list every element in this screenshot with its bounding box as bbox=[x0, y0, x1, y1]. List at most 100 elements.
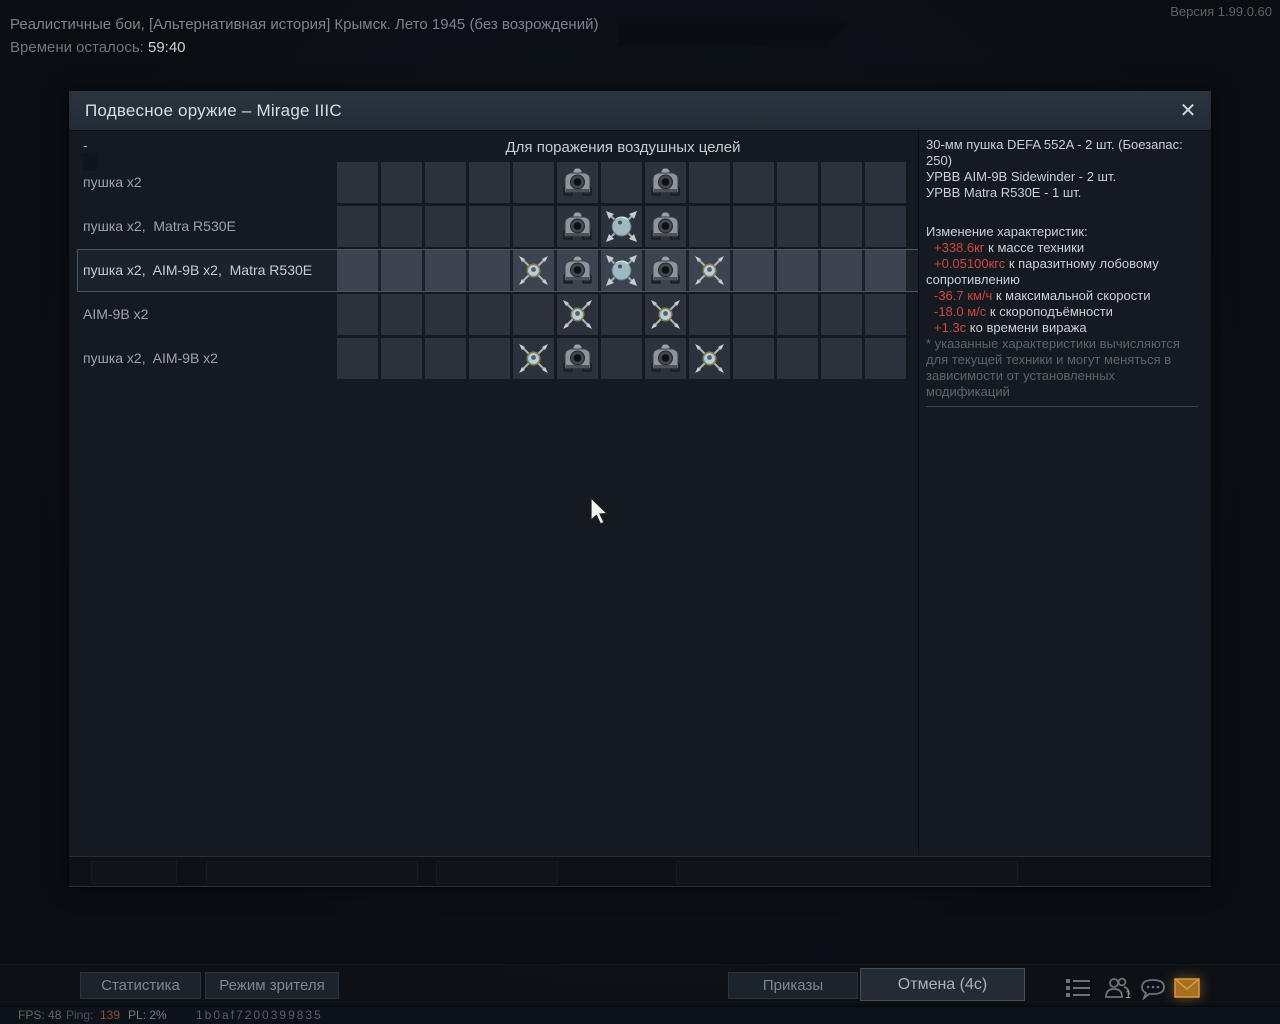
stat-change-value: -36.7 км/ч bbox=[934, 288, 993, 303]
weapon-slot-cell[interactable] bbox=[865, 162, 906, 203]
weapon-slot-cell[interactable] bbox=[865, 206, 906, 247]
chat-icon[interactable] bbox=[1140, 978, 1166, 1005]
weapon-slot-cell[interactable] bbox=[557, 206, 598, 247]
spectator-mode-button[interactable]: Режим зрителя bbox=[205, 972, 339, 999]
people-icon[interactable]: 1 bbox=[1103, 976, 1133, 1005]
weapon-slot-cell[interactable] bbox=[557, 294, 598, 335]
weapon-slot-cell[interactable] bbox=[337, 250, 378, 291]
aim9-missile-icon bbox=[519, 256, 548, 285]
session-title: Реалистичные бои, [Альтернативная истори… bbox=[10, 16, 599, 33]
weapon-slot-cell[interactable] bbox=[513, 338, 554, 379]
loadout-info-panel: 30-мм пушка DEFA 552A - 2 шт. (Боезапас:… bbox=[926, 137, 1202, 407]
weapon-slot-cell[interactable] bbox=[425, 250, 466, 291]
weapon-slot-cell[interactable] bbox=[689, 338, 730, 379]
weapon-slot-cell[interactable] bbox=[513, 250, 554, 291]
dialog-footer bbox=[69, 856, 1211, 887]
weapon-slot-cell[interactable] bbox=[469, 162, 510, 203]
gunpod-icon bbox=[563, 167, 592, 196]
weapon-slot-cell[interactable] bbox=[645, 338, 686, 379]
weapon-slot-cell[interactable] bbox=[601, 294, 642, 335]
weapon-slot-cell[interactable] bbox=[689, 162, 730, 203]
weapon-slot-cell[interactable] bbox=[865, 294, 906, 335]
weapon-slot-cell[interactable] bbox=[821, 162, 862, 203]
weapon-slot-cell[interactable] bbox=[381, 162, 422, 203]
weapon-slot-cell[interactable] bbox=[425, 338, 466, 379]
weapon-slot-cell[interactable] bbox=[557, 162, 598, 203]
weapon-slot-cell[interactable] bbox=[469, 250, 510, 291]
weapon-slot-cell[interactable] bbox=[601, 162, 642, 203]
weapon-slot-cell[interactable] bbox=[865, 338, 906, 379]
weapon-slot-cell[interactable] bbox=[733, 250, 774, 291]
weapon-slot-cell[interactable] bbox=[381, 338, 422, 379]
weapon-slot-cell[interactable] bbox=[337, 294, 378, 335]
stat-change-value: +338.6кг bbox=[934, 240, 985, 255]
weapon-slot-cell[interactable] bbox=[821, 338, 862, 379]
weapon-slot-cell[interactable] bbox=[645, 294, 686, 335]
weapon-slot-cell[interactable] bbox=[777, 294, 818, 335]
gunpod-icon bbox=[563, 343, 592, 372]
loadout-item-5[interactable]: пушка x2, AIM-9B x2 bbox=[83, 338, 218, 379]
weapon-slot-cell[interactable] bbox=[777, 250, 818, 291]
weapon-slot-cell[interactable] bbox=[381, 250, 422, 291]
loadout-item-empty[interactable]: - bbox=[83, 137, 88, 153]
weapon-slot-cell[interactable] bbox=[381, 206, 422, 247]
weapon-slot-cell[interactable] bbox=[601, 206, 642, 247]
stat-change-value: +0.05100кгс bbox=[934, 256, 1006, 271]
mail-icon[interactable] bbox=[1174, 978, 1200, 1003]
close-icon[interactable]: ✕ bbox=[1173, 97, 1203, 125]
weapon-slot-cell[interactable] bbox=[601, 338, 642, 379]
weapon-slot-cell[interactable] bbox=[381, 294, 422, 335]
loadout-item-4[interactable]: AIM-9B x2 bbox=[83, 294, 148, 335]
weapon-slot-cell[interactable] bbox=[733, 162, 774, 203]
weapon-slot-cell[interactable] bbox=[733, 206, 774, 247]
loadout-item-1[interactable]: пушка x2 bbox=[83, 162, 142, 203]
weapon-slot-cell[interactable] bbox=[777, 206, 818, 247]
weapon-slot-cell[interactable] bbox=[513, 206, 554, 247]
weapon-slot-cell[interactable] bbox=[645, 162, 686, 203]
gunpod-icon bbox=[651, 211, 680, 240]
weapon-slot-cell[interactable] bbox=[689, 250, 730, 291]
weapon-slot-cell[interactable] bbox=[513, 294, 554, 335]
weapon-slot-cell[interactable] bbox=[689, 294, 730, 335]
weapon-slot-cell[interactable] bbox=[469, 294, 510, 335]
weapon-slot-cell[interactable] bbox=[733, 338, 774, 379]
loadout-item-3[interactable]: пушка x2, AIM-9B x2, Matra R530E bbox=[83, 250, 312, 291]
weapon-slot-cell[interactable] bbox=[557, 250, 598, 291]
weapon-slot-cell[interactable] bbox=[777, 162, 818, 203]
weapon-slot-cell[interactable] bbox=[425, 294, 466, 335]
weapon-slot-cell[interactable] bbox=[821, 294, 862, 335]
weapon-slot-cell[interactable] bbox=[557, 338, 598, 379]
aim9-missile-icon bbox=[651, 300, 680, 329]
weapon-slot-cell[interactable] bbox=[513, 162, 554, 203]
weapon-slot-cell[interactable] bbox=[337, 206, 378, 247]
weapon-slot-cell[interactable] bbox=[777, 338, 818, 379]
weapon-slot-cell[interactable] bbox=[865, 250, 906, 291]
dialog-titlebar: Подвесное оружие – Mirage IIIC ✕ bbox=[69, 91, 1211, 131]
weapon-slot-cell[interactable] bbox=[425, 206, 466, 247]
loadout-item-2[interactable]: пушка x2, Matra R530E bbox=[83, 206, 236, 247]
weapon-slot-cell[interactable] bbox=[645, 250, 686, 291]
statistics-button[interactable]: Статистика bbox=[80, 972, 201, 999]
weapon-slot-cell[interactable] bbox=[337, 162, 378, 203]
weapon-slot-cell[interactable] bbox=[645, 206, 686, 247]
weapon-slot-cell[interactable] bbox=[821, 250, 862, 291]
status-bar: FPS: 48 Ping: 139 PL: 2% 1b0af7200399835 bbox=[0, 1006, 1280, 1024]
cancel-button[interactable]: Отмена (4с) bbox=[860, 968, 1025, 1001]
weapon-summary-line: 30-мм пушка DEFA 552A - 2 шт. (Боезапас:… bbox=[926, 137, 1183, 168]
gunpod-icon bbox=[563, 211, 592, 240]
weapon-slot-cell[interactable] bbox=[469, 206, 510, 247]
game-version: Версия 1.99.0.60 bbox=[1170, 4, 1272, 19]
weapon-slot-cell[interactable] bbox=[733, 294, 774, 335]
weapon-slot-cell[interactable] bbox=[337, 338, 378, 379]
list-icon[interactable] bbox=[1066, 978, 1092, 1003]
weapon-slot-cell[interactable] bbox=[425, 162, 466, 203]
weapon-slot-cell[interactable] bbox=[601, 250, 642, 291]
orders-button[interactable]: Приказы bbox=[728, 972, 858, 999]
weapon-slot-cell[interactable] bbox=[821, 206, 862, 247]
stat-change-line: +1.3с ко времени виража bbox=[926, 320, 1202, 336]
weapon-slot-cell[interactable] bbox=[469, 338, 510, 379]
time-remaining-value: 59:40 bbox=[147, 39, 186, 56]
weapon-summary: 30-мм пушка DEFA 552A - 2 шт. (Боезапас:… bbox=[926, 137, 1202, 201]
stat-change-text: к массе техники bbox=[984, 240, 1085, 255]
weapon-slot-cell[interactable] bbox=[689, 206, 730, 247]
